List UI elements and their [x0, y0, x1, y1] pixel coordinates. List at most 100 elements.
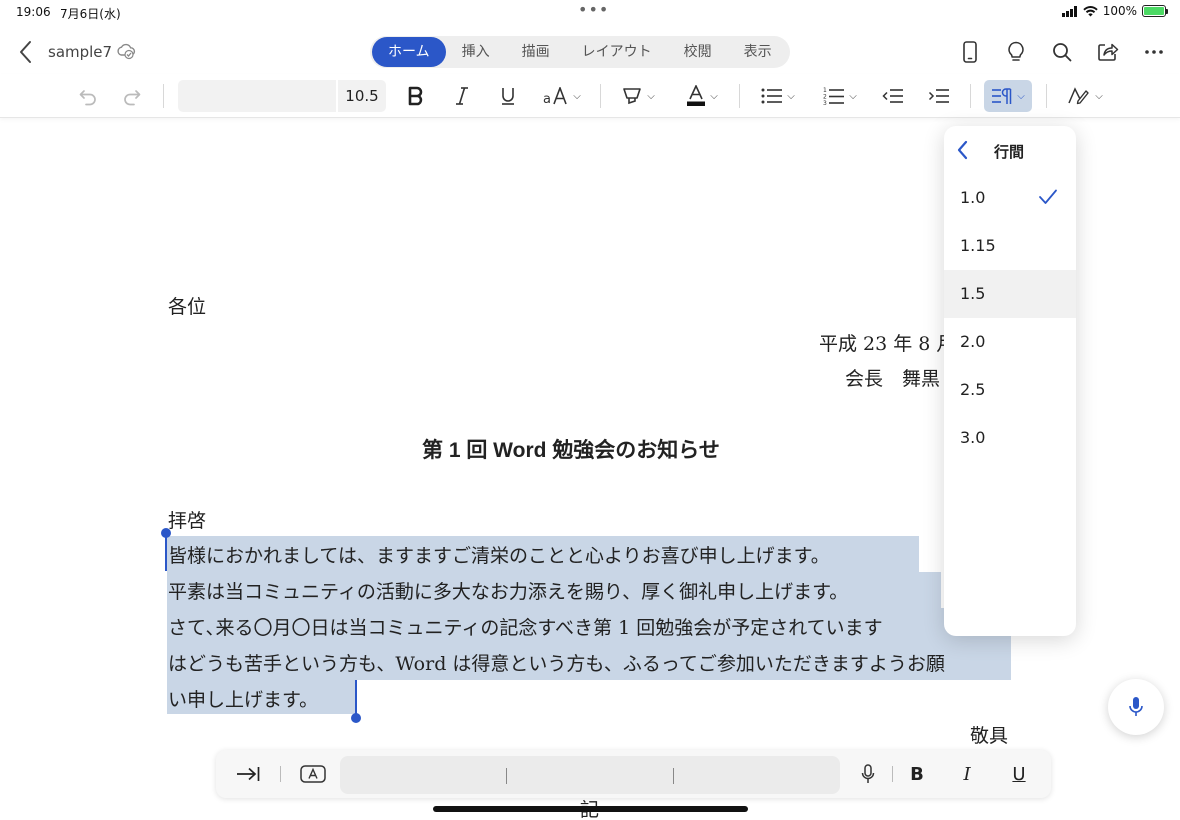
- multitasking-dots-icon[interactable]: •••: [578, 0, 609, 19]
- search-button[interactable]: [1046, 36, 1078, 68]
- more-button[interactable]: [1138, 36, 1170, 68]
- menu-header: 行間: [944, 126, 1076, 174]
- italic-button[interactable]: [446, 80, 478, 112]
- underline-icon: [502, 88, 514, 105]
- undo-button[interactable]: [72, 80, 104, 112]
- status-bar: 19:06 7月6日(水) ••• 100%: [0, 0, 1180, 26]
- italic-icon: [456, 87, 468, 105]
- line-spacing-option-2-5[interactable]: 2.5: [944, 366, 1076, 414]
- menu-title: 行間: [994, 143, 1025, 161]
- share-button[interactable]: [1092, 36, 1124, 68]
- bold-button[interactable]: [400, 80, 432, 112]
- cloud-saved-icon: [116, 42, 136, 64]
- microphone-icon: [861, 764, 875, 783]
- closing: 敬具: [970, 725, 1009, 747]
- font-size-field[interactable]: 10.5: [338, 80, 386, 112]
- highlighter-icon: [623, 88, 642, 105]
- home-indicator[interactable]: [433, 806, 748, 812]
- keyboard-dictation-button[interactable]: [854, 758, 882, 790]
- line-spacing-button[interactable]: ⌵: [984, 80, 1032, 112]
- line-spacing-menu: 行間 1.0 1.15 1.5 2.0 2.5 3.0: [944, 126, 1076, 636]
- line-spacing-option-1-15[interactable]: 1.15: [944, 222, 1076, 270]
- dictation-button[interactable]: [1108, 679, 1164, 735]
- phone-icon: [963, 41, 977, 63]
- lightbulb-icon: [1008, 41, 1024, 61]
- text-format-button[interactable]: [296, 758, 330, 790]
- tab-draw[interactable]: 描画: [506, 37, 566, 67]
- tab-key-button[interactable]: [232, 758, 264, 790]
- svg-text:a: a: [543, 92, 551, 105]
- styles-button[interactable]: ⌵: [1062, 80, 1108, 112]
- decrease-indent-button[interactable]: [876, 80, 910, 112]
- divider: [673, 768, 674, 784]
- chevron-down-icon: ⌵: [849, 90, 857, 102]
- ribbon-toolbar: 10.5 a ⌵ ⌵ ⌵ ⌵ 123 ⌵ ⌵ ⌵: [0, 74, 1180, 118]
- font-color-button[interactable]: ⌵: [680, 80, 724, 112]
- bold-icon: [408, 86, 423, 106]
- document-name[interactable]: sample7: [48, 43, 112, 61]
- selection-start-caret: [165, 533, 167, 571]
- option-label: 3.0: [960, 428, 986, 447]
- status-right: 100%: [1061, 4, 1168, 18]
- body-line: 皆様におかれましては、ますますご清栄のことと心よりお喜び申し上げます。: [168, 545, 830, 567]
- tab-layout[interactable]: レイアウト: [566, 37, 668, 67]
- wifi-icon: [1082, 5, 1098, 16]
- body-line: さて､来る〇月〇日は当コミュニティの記念すべき第 1 回勉強会が予定されています: [168, 617, 883, 639]
- document-title: 第 1 回 Word 勉強会のお知らせ: [422, 439, 720, 462]
- ribbon-tabs: ホーム 挿入 描画 レイアウト 校閲 表示: [370, 36, 790, 68]
- divider: [892, 766, 893, 782]
- font-name-field[interactable]: [178, 80, 336, 112]
- line-spacing-option-1-0[interactable]: 1.0: [944, 174, 1076, 222]
- menu-back-button[interactable]: [952, 138, 976, 162]
- keyboard-italic-button[interactable]: I: [952, 758, 982, 790]
- line-spacing-option-1-5[interactable]: 1.5: [944, 270, 1076, 318]
- share-icon: [1098, 43, 1119, 61]
- tab-view[interactable]: 表示: [728, 37, 788, 67]
- mobile-view-button[interactable]: [954, 36, 986, 68]
- chevron-down-icon: ⌵: [647, 90, 655, 102]
- divider: [739, 84, 740, 108]
- redo-button[interactable]: [116, 80, 148, 112]
- bullet-list-icon: [761, 88, 783, 104]
- font-size-change-button[interactable]: a ⌵: [540, 80, 584, 112]
- bullets-button[interactable]: ⌵: [756, 80, 800, 112]
- keyboard-underline-button[interactable]: U: [1004, 758, 1034, 790]
- underline-button[interactable]: [492, 80, 524, 112]
- status-time: 19:06: [16, 5, 51, 19]
- undo-icon: [79, 90, 96, 106]
- increase-indent-button[interactable]: [922, 80, 956, 112]
- body-line: 平素は当コミュニティの活動に多大なお力添えを賜り、厚く御礼申し上げます。: [168, 581, 849, 603]
- back-button[interactable]: [14, 38, 38, 66]
- line-spacing-option-3-0[interactable]: 3.0: [944, 414, 1076, 462]
- sender-line: 会長 舞黒: [845, 368, 941, 390]
- highlight-button[interactable]: ⌵: [616, 80, 660, 112]
- top-bar: sample7 ホーム 挿入 描画 レイアウト 校閲 表示: [0, 30, 1180, 74]
- option-label: 1.15: [960, 236, 996, 255]
- line-spacing-option-2-0[interactable]: 2.0: [944, 318, 1076, 366]
- checkmark-icon: [1039, 189, 1057, 204]
- predictive-text-area[interactable]: [340, 756, 840, 794]
- divider: [1046, 84, 1047, 108]
- more-horizontal-icon: [1145, 50, 1163, 54]
- tab-review[interactable]: 校閲: [668, 37, 728, 67]
- divider: [163, 84, 164, 108]
- chevron-down-icon: ⌵: [1095, 90, 1103, 102]
- keyboard-shortcut-bar: B I U: [216, 750, 1051, 798]
- selection-end-handle[interactable]: [351, 713, 361, 723]
- addressee: 各位: [168, 296, 207, 318]
- top-actions: [954, 36, 1170, 68]
- option-label: 1.0: [960, 188, 986, 207]
- decrease-indent-icon: [882, 89, 903, 103]
- option-label: 2.5: [960, 380, 986, 399]
- option-label: 1.5: [960, 284, 986, 303]
- numbering-button[interactable]: 123 ⌵: [818, 80, 862, 112]
- chevron-left-icon: [957, 140, 968, 160]
- tab-insert[interactable]: 挿入: [446, 37, 506, 67]
- ideas-button[interactable]: [1000, 36, 1032, 68]
- divider: [600, 84, 601, 108]
- line-spacing-icon: [992, 88, 1012, 104]
- cellular-signal-icon: [1061, 5, 1077, 17]
- tab-home[interactable]: ホーム: [372, 37, 446, 67]
- chevron-down-icon: ⌵: [573, 90, 581, 102]
- keyboard-bold-button[interactable]: B: [902, 758, 932, 790]
